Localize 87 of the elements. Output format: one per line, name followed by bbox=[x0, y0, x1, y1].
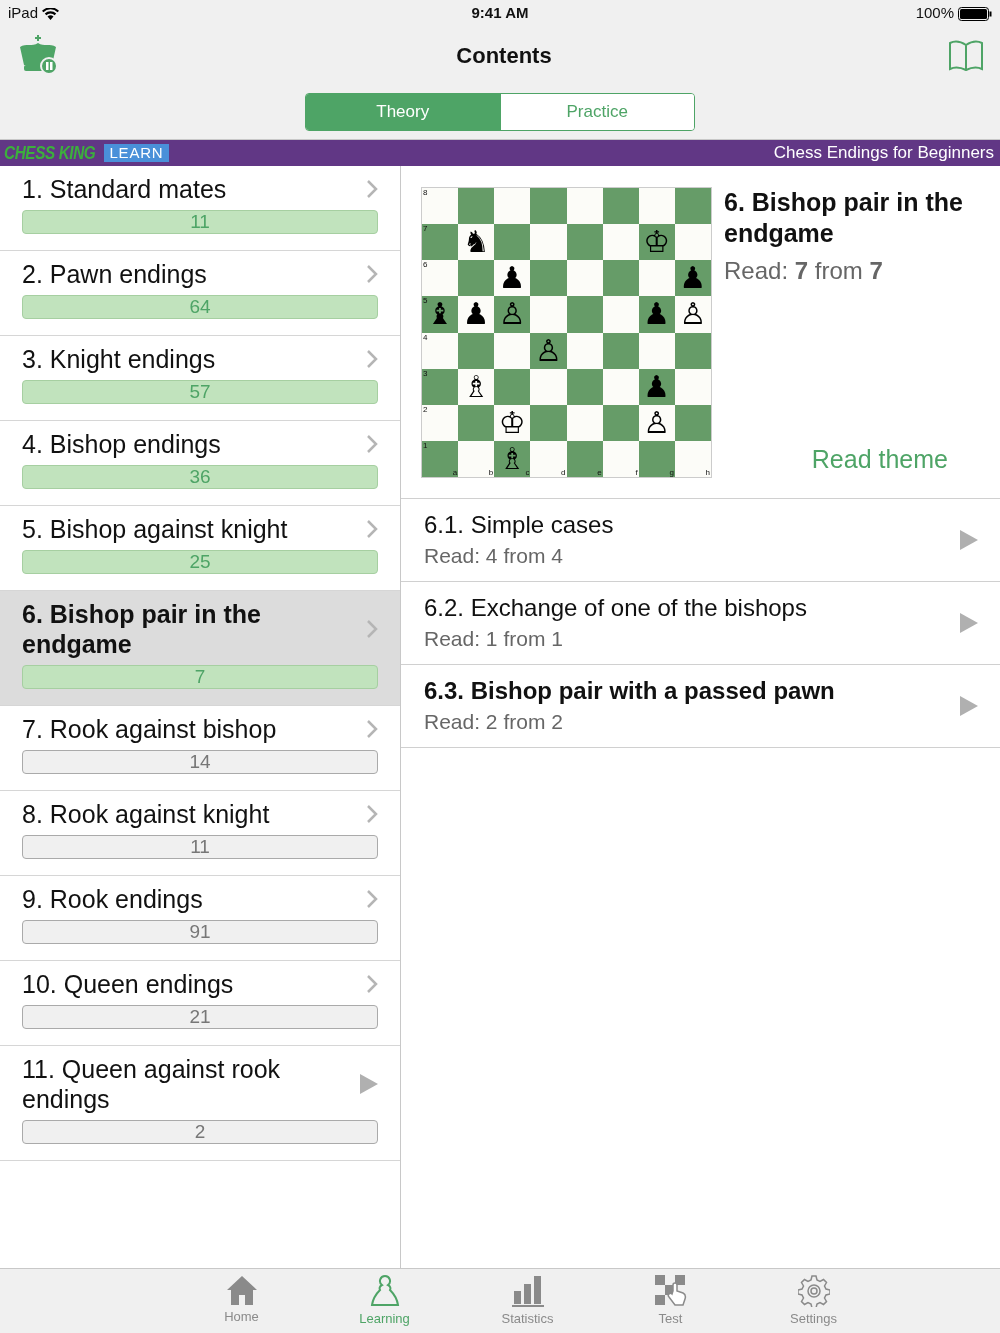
chess-piece: ♙ bbox=[643, 406, 671, 439]
file-label: h bbox=[705, 468, 710, 477]
lesson-count-bar: 7 bbox=[22, 665, 378, 689]
chess-piece: ♟ bbox=[462, 298, 490, 331]
file-label: d bbox=[561, 468, 566, 477]
learn-badge: LEARN bbox=[103, 144, 170, 162]
rank-label: 8 bbox=[423, 188, 428, 197]
chevron-icon bbox=[366, 349, 378, 369]
device-name: iPad bbox=[8, 3, 39, 24]
rank-label: 1 bbox=[423, 440, 428, 450]
section-title: 6.2. Exchange of one of the bishops bbox=[424, 593, 807, 623]
chapter-row[interactable]: 6. Bishop pair in the endgame 7 bbox=[0, 591, 400, 706]
section-title: 6.3. Bishop pair with a passed pawn bbox=[424, 676, 835, 706]
rank-label: 6 bbox=[423, 260, 428, 270]
chapter-title: 6. Bishop pair in the endgame bbox=[724, 187, 964, 249]
chess-piece: ♟ bbox=[679, 262, 707, 295]
chess-piece: ♙ bbox=[535, 334, 562, 367]
chapter-title: 2. Pawn endings bbox=[22, 259, 208, 289]
file-label: c bbox=[525, 468, 530, 477]
brand-logo-text: CHESS KING bbox=[4, 141, 96, 165]
chapter-title: 9. Rook endings bbox=[22, 884, 204, 914]
bar-chart-icon bbox=[511, 1275, 544, 1307]
chevron-icon bbox=[366, 179, 378, 199]
chess-piece: ♟ bbox=[643, 370, 671, 403]
file-label: e bbox=[597, 468, 602, 477]
rank-label: 2 bbox=[423, 404, 428, 414]
chess-piece: ♙ bbox=[679, 298, 707, 331]
lesson-count-bar: 11 bbox=[22, 210, 378, 234]
screen-title: Contents bbox=[456, 41, 552, 70]
chevron-icon bbox=[366, 889, 378, 909]
chevron-icon bbox=[366, 804, 378, 824]
chess-piece: ♗ bbox=[462, 370, 490, 403]
chapter-title: 10. Queen endings bbox=[22, 969, 235, 999]
battery-icon bbox=[958, 6, 992, 21]
pawn-icon bbox=[369, 1275, 400, 1307]
chess-piece: ♔ bbox=[498, 406, 526, 439]
chapter-title: 7. Rook against bishop bbox=[22, 714, 278, 744]
play-icon bbox=[960, 696, 978, 716]
chess-piece: ♔ bbox=[643, 226, 671, 259]
settings-icon bbox=[797, 1275, 830, 1307]
chevron-icon bbox=[366, 519, 378, 539]
rank-label: 7 bbox=[423, 224, 428, 234]
play-icon bbox=[960, 613, 978, 633]
chapter-title: 5. Bishop against knight bbox=[22, 514, 289, 544]
chevron-icon bbox=[366, 264, 378, 284]
rank-label: 4 bbox=[423, 332, 428, 342]
lesson-count-bar: 25 bbox=[22, 550, 378, 574]
file-label: b bbox=[488, 468, 494, 477]
rank-label: 3 bbox=[423, 368, 428, 378]
chevron-icon bbox=[366, 974, 378, 994]
chapter-title: 4. Bishop endings bbox=[22, 429, 222, 459]
play-icon bbox=[960, 530, 978, 550]
chevron-icon bbox=[366, 619, 378, 639]
lesson-count-bar: 14 bbox=[22, 750, 378, 774]
chevron-icon bbox=[366, 434, 378, 454]
checkered-hand-icon bbox=[654, 1275, 687, 1307]
lesson-count-bar: 11 bbox=[22, 835, 378, 859]
chapter-title: 3. Knight endings bbox=[22, 344, 217, 374]
lesson-count-bar: 21 bbox=[22, 1005, 378, 1029]
chess-piece: ♗ bbox=[498, 442, 526, 475]
file-label: g bbox=[669, 468, 674, 477]
rank-label: 5 bbox=[423, 296, 428, 306]
chess-piece: ♙ bbox=[498, 298, 526, 331]
chevron-icon bbox=[366, 719, 378, 739]
chess-piece: ♞ bbox=[462, 226, 490, 259]
wifi-icon bbox=[42, 7, 60, 20]
lesson-count-bar: 2 bbox=[22, 1120, 378, 1144]
play-icon bbox=[360, 1074, 378, 1094]
battery-percent: 100% bbox=[915, 3, 954, 24]
lesson-count-bar: 91 bbox=[22, 920, 378, 944]
section-title: 6.1. Simple cases bbox=[424, 510, 614, 540]
chapter-title: 1. Standard mates bbox=[22, 174, 228, 204]
chapter-title: 6. Bishop pair in the endgame bbox=[22, 599, 262, 659]
lesson-count-bar: 57 bbox=[22, 380, 378, 404]
chess-piece: ♟ bbox=[643, 298, 671, 331]
lesson-count-bar: 64 bbox=[22, 295, 378, 319]
chess-piece: ♝ bbox=[426, 298, 454, 331]
file-label: a bbox=[452, 468, 458, 477]
house-icon bbox=[225, 1275, 258, 1305]
chapter-title: 8. Rook against knight bbox=[22, 799, 271, 829]
lesson-count-bar: 36 bbox=[22, 465, 378, 489]
clock: 9:41 AM bbox=[471, 3, 529, 24]
chapter-title: 11. Queen against rook endings bbox=[22, 1054, 282, 1114]
file-label: f bbox=[635, 468, 638, 477]
chess-piece: ♟ bbox=[498, 262, 526, 295]
book-icon[interactable] bbox=[948, 39, 984, 71]
course-title: Chess Endings for Beginners bbox=[773, 142, 994, 165]
